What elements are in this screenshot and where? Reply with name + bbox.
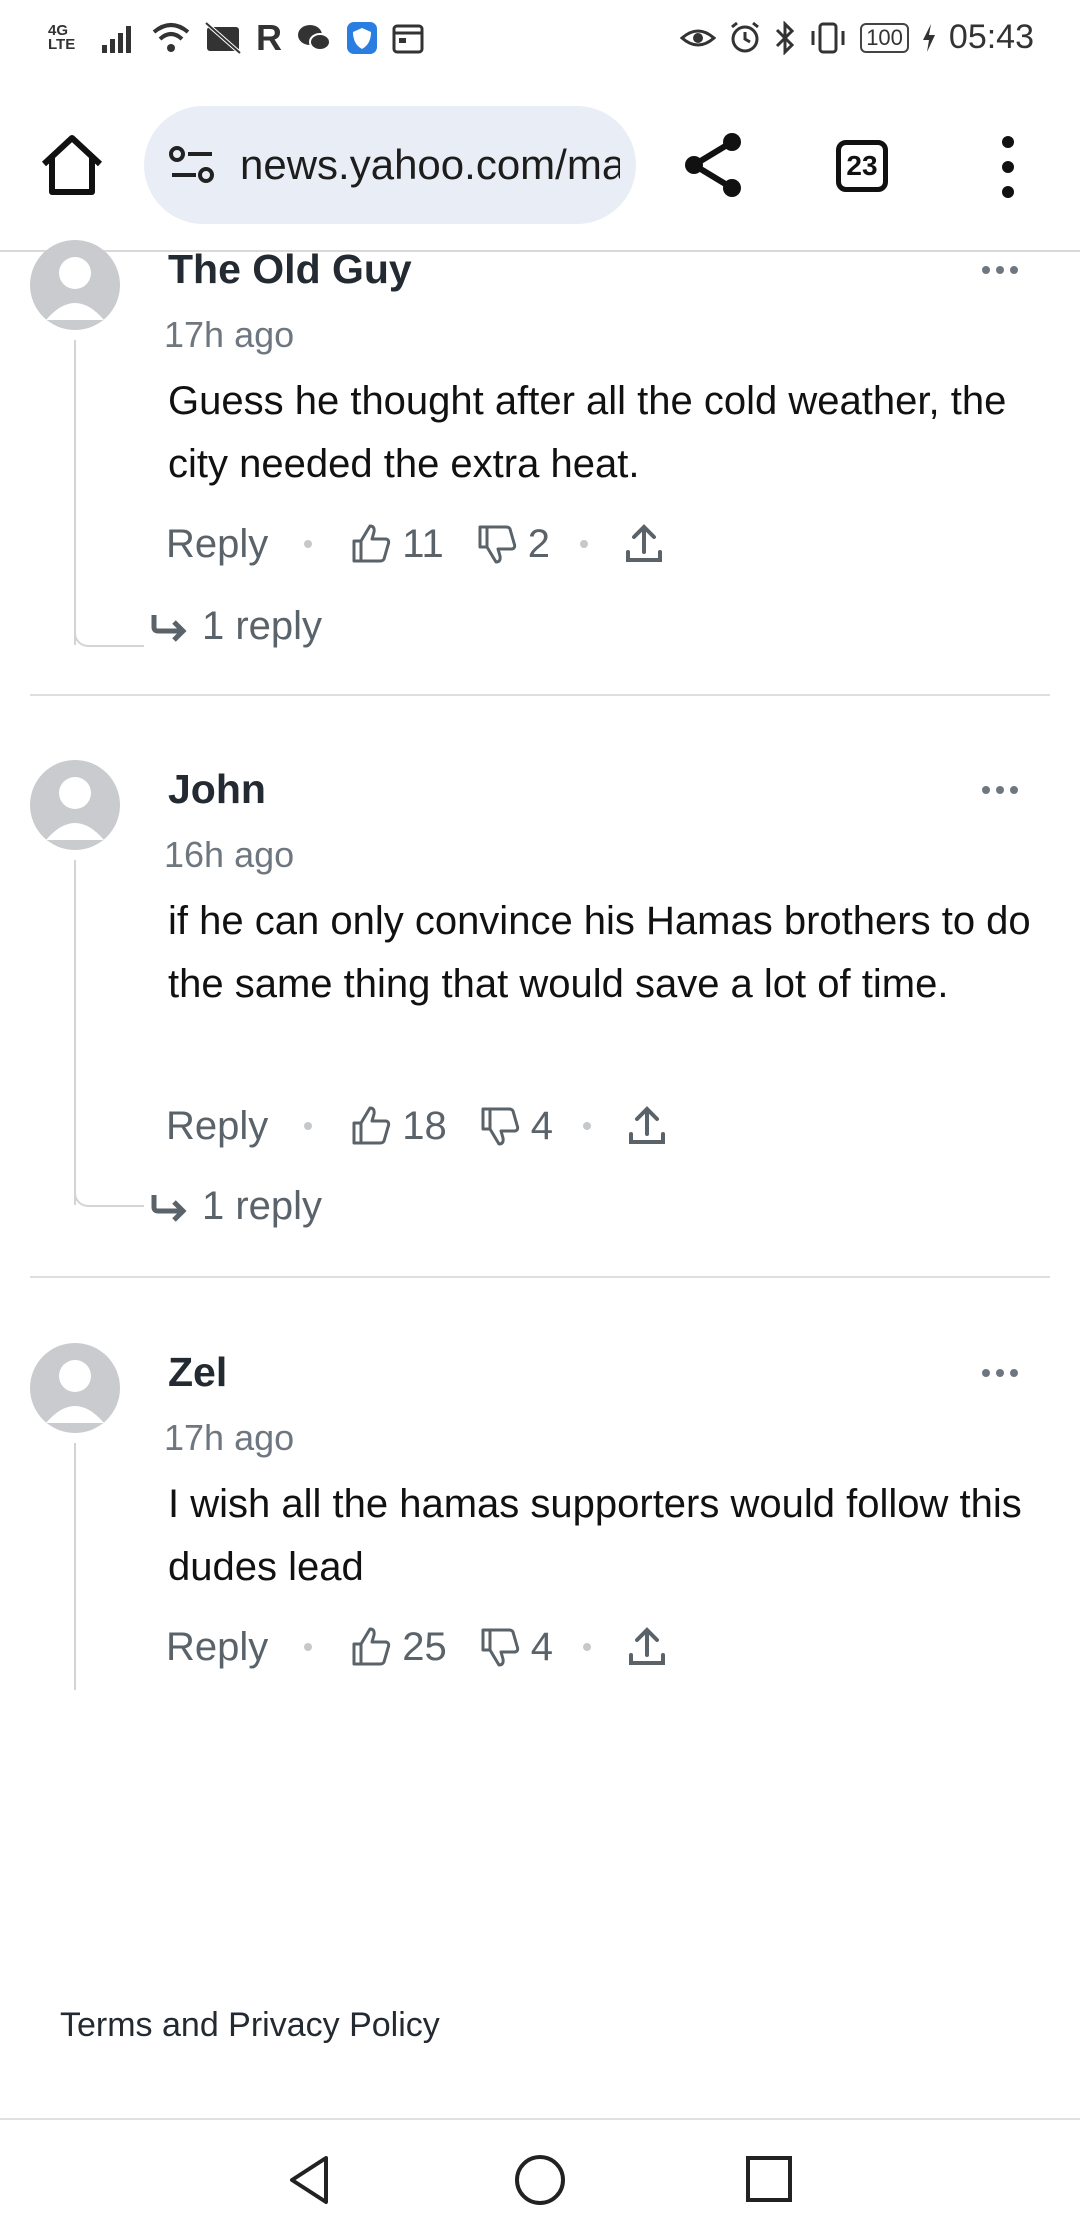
- r-app-icon: R: [256, 17, 282, 58]
- tabs-icon[interactable]: 23: [836, 140, 888, 192]
- browser-toolbar: news.yahoo.com/ma 23: [0, 80, 1080, 252]
- charging-icon: [922, 23, 935, 52]
- status-left: 4G LTE R: [48, 18, 424, 58]
- status-right: 100 05:43: [680, 18, 1034, 57]
- comment-text: Guess he thought after all the cold weat…: [168, 379, 1007, 486]
- share-upload-icon[interactable]: [627, 1104, 667, 1148]
- signal-icon: [102, 26, 131, 53]
- thread-line: [74, 860, 76, 1205]
- site-settings-icon[interactable]: [168, 144, 216, 186]
- reply-button[interactable]: Reply: [166, 522, 268, 567]
- reply-arrow-icon: [151, 614, 187, 642]
- thumbs-down-icon: [478, 525, 516, 564]
- share-upload-icon[interactable]: [627, 1625, 667, 1669]
- like-button[interactable]: 25: [348, 1624, 447, 1670]
- dislike-button[interactable]: 4: [477, 1624, 553, 1670]
- divider: [30, 1276, 1050, 1278]
- system-nav-bar: [0, 2120, 1080, 2240]
- comment-text: I wish all the hamas supporters would fo…: [168, 1482, 1022, 1589]
- thread-hook: [74, 1187, 144, 1207]
- wifi-icon: [152, 23, 190, 52]
- like-count: 18: [402, 1103, 447, 1148]
- address-bar[interactable]: news.yahoo.com/ma: [144, 106, 636, 224]
- comment-time: 16h ago: [164, 834, 295, 875]
- url-text[interactable]: news.yahoo.com/ma: [240, 140, 620, 190]
- battery-indicator: 100: [860, 22, 909, 53]
- user-icon: [46, 777, 104, 840]
- reply-button[interactable]: Reply: [166, 1625, 268, 1670]
- more-options-icon[interactable]: [980, 784, 1020, 796]
- wechat-icon: [298, 25, 331, 51]
- comment-author[interactable]: Zel: [168, 1349, 227, 1396]
- more-vert-icon[interactable]: [990, 132, 1026, 202]
- comment-time: 17h ago: [164, 1417, 295, 1458]
- recent-apps-icon[interactable]: [744, 2154, 794, 2204]
- replies-count[interactable]: 1 reply: [202, 1184, 322, 1229]
- network-indicator: 4G LTE: [48, 22, 76, 53]
- separator-dot: [580, 540, 589, 548]
- separator-dot: [583, 1643, 592, 1651]
- divider: [30, 694, 1050, 696]
- thumbs-up-icon: [352, 1106, 391, 1145]
- comment-actions: Reply 11 2: [166, 514, 664, 574]
- share-icon[interactable]: [680, 130, 750, 200]
- like-count: 11: [402, 521, 444, 566]
- user-icon: [46, 257, 104, 320]
- dislike-count: 4: [530, 1103, 554, 1148]
- dislike-button[interactable]: 4: [477, 1103, 553, 1149]
- comment-text: if he can only convince his Hamas brothe…: [168, 899, 1031, 1006]
- vibrate-icon: [811, 22, 845, 53]
- avatar[interactable]: [30, 760, 120, 850]
- like-count: 25: [402, 1624, 447, 1669]
- calendar-icon: [392, 24, 424, 54]
- replies-count[interactable]: 1 reply: [202, 604, 322, 649]
- thread-line: [74, 340, 76, 645]
- separator-dot: [304, 1122, 313, 1130]
- home-nav-icon[interactable]: [512, 2152, 568, 2208]
- reply-button[interactable]: Reply: [166, 1104, 268, 1149]
- thumbs-down-icon: [481, 1107, 519, 1146]
- share-upload-icon[interactable]: [624, 522, 664, 566]
- back-icon[interactable]: [282, 2152, 338, 2208]
- status-bar: 4G LTE R 100 05:43: [0, 0, 1080, 80]
- thread-hook: [74, 627, 144, 647]
- terms-privacy-link[interactable]: Terms and Privacy Policy: [60, 2006, 440, 2045]
- avatar[interactable]: [30, 1343, 120, 1433]
- shield-icon: [347, 22, 377, 54]
- view-replies-link[interactable]: 1 reply: [150, 604, 322, 649]
- clock: 05:43: [948, 18, 1034, 56]
- home-icon[interactable]: [36, 130, 108, 202]
- view-replies-link[interactable]: 1 reply: [150, 1184, 322, 1229]
- comment-time: 17h ago: [164, 314, 295, 355]
- thumbs-down-icon: [481, 1628, 519, 1667]
- comment-actions: Reply 18 4: [166, 1096, 667, 1156]
- thread-line: [74, 1443, 76, 1690]
- more-options-icon[interactable]: [980, 1367, 1020, 1379]
- separator-dot: [304, 540, 313, 548]
- more-options-icon[interactable]: [980, 264, 1020, 276]
- dislike-count: 2: [527, 521, 551, 566]
- thumbs-up-icon: [352, 524, 391, 563]
- separator-dot: [583, 1122, 592, 1130]
- comment-author[interactable]: John: [168, 766, 266, 813]
- no-image-icon: [204, 21, 242, 55]
- bluetooth-icon: [776, 20, 795, 55]
- alarm-icon: [731, 21, 760, 52]
- reply-arrow-icon: [151, 1194, 187, 1222]
- eye-icon: [680, 29, 717, 46]
- separator-dot: [304, 1643, 313, 1651]
- like-button[interactable]: 11: [348, 521, 444, 567]
- thumbs-up-icon: [352, 1627, 391, 1666]
- user-icon: [46, 1360, 104, 1423]
- comment-actions: Reply 25 4: [166, 1617, 667, 1677]
- avatar[interactable]: [30, 240, 120, 330]
- like-button[interactable]: 18: [348, 1103, 447, 1149]
- dislike-count: 4: [530, 1624, 554, 1669]
- dislike-button[interactable]: 2: [474, 521, 550, 567]
- comment-author[interactable]: The Old Guy: [168, 246, 412, 293]
